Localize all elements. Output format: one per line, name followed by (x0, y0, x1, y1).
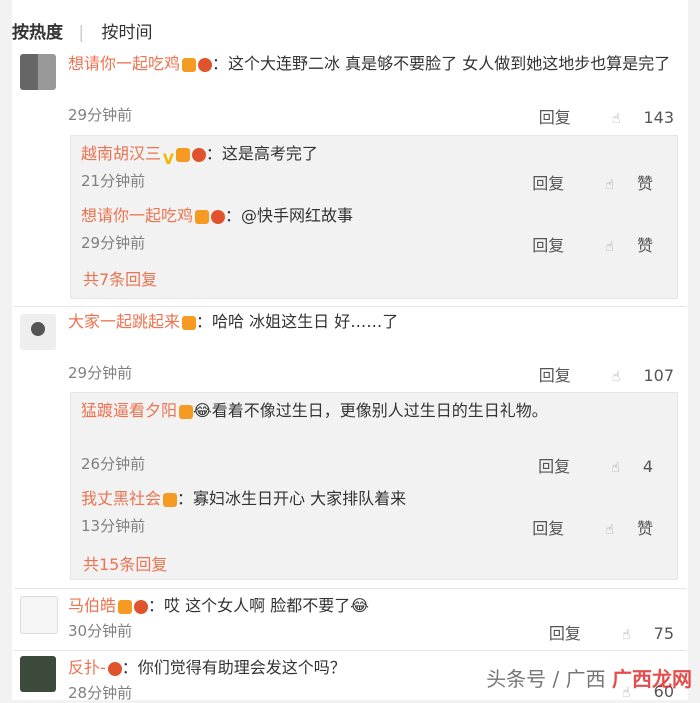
reply-time: 26分钟前 (81, 455, 146, 473)
like-count: 107 (643, 366, 674, 385)
username-link[interactable]: 反扑- (68, 658, 106, 677)
sort-separator: | (78, 23, 85, 43)
thumb-up-icon: ☝ (611, 369, 621, 385)
like-count: 赞 (636, 236, 653, 255)
comment-time: 29分钟前 (68, 106, 133, 124)
reply-time: 21分钟前 (81, 172, 146, 190)
like-button[interactable]: ☝ 75 (604, 624, 674, 643)
username-link[interactable]: 大家一起跳起来 (68, 312, 180, 331)
like-count: 143 (643, 108, 674, 127)
avatar[interactable] (20, 596, 58, 634)
sort-bar: 按热度 | 按时间 (12, 18, 163, 43)
reply-thread: 猛踱逼看夕阳 😂看着不像过生日，更像别人过生日的生日礼物。 26分钟前 回复 ☝ … (70, 392, 678, 580)
comment-time: 30分钟前 (68, 622, 133, 640)
vip-badge-icon (134, 599, 149, 614)
divider (14, 588, 686, 589)
comment-text: ：你们觉得有助理会发这个吗？ (121, 658, 346, 677)
verified-v-icon: V (163, 151, 174, 168)
like-count: 75 (653, 624, 674, 643)
reply-actions: 回复 ☝ 4 (520, 453, 653, 477)
more-replies-link[interactable]: 共7条回复 (83, 266, 157, 290)
level-badge-icon (163, 492, 178, 507)
reply-button[interactable]: 回复 (539, 108, 571, 127)
reply-body: 我丈黑社会 ：寡妇冰生日开心 大家排队着来 (81, 487, 657, 511)
reply-body: 越南胡汉三 V ：这是高考完了 (81, 142, 657, 168)
avatar[interactable] (20, 54, 56, 90)
thumb-up-icon: ☝ (622, 627, 631, 643)
thumb-up-icon: ☝ (605, 177, 614, 193)
reply-button[interactable]: 回复 (538, 457, 570, 476)
reply-time: 29分钟前 (81, 234, 146, 252)
comment-actions: 回复 ☝ 143 (521, 104, 674, 128)
reply-text: 看着不像过生日，更像别人过生日的生日礼物。 (211, 401, 548, 420)
comment-body: 想请你一起吃鸡 ：这个大连野二冰 真是够不要脸了 女人做到她这地步也算是完了 (68, 52, 674, 76)
like-button[interactable]: ☝ 4 (593, 457, 653, 476)
username-link[interactable]: 我丈黑社会 (81, 489, 161, 508)
level-badge-icon (179, 404, 194, 419)
comment-text: ：哎 这个女人啊 脸都不要了 (148, 596, 351, 615)
divider (14, 306, 686, 307)
reply-time: 13分钟前 (81, 517, 146, 535)
comment-body: 大家一起跳起来 ：哈哈 冰姐这生日 好……了 (68, 310, 674, 334)
avatar[interactable] (20, 314, 56, 350)
comment-actions: 回复 ☝ 75 (531, 620, 674, 644)
reply-actions: 回复 ☝ 赞 (514, 170, 653, 194)
reply-actions: 回复 ☝ 赞 (514, 515, 653, 539)
more-replies-link[interactable]: 共15条回复 (83, 551, 167, 575)
like-count: 赞 (636, 519, 653, 538)
vip-badge-icon (198, 57, 213, 72)
like-button[interactable]: ☝ 107 (594, 366, 674, 385)
level-badge-icon (195, 209, 210, 224)
thumb-up-icon: ☝ (605, 522, 614, 538)
comment-text: ：这个大连野二冰 真是够不要脸了 女人做到她这地步也算是完了 (212, 54, 671, 73)
username-link[interactable]: 猛踱逼看夕阳 (81, 401, 177, 420)
level-badge-icon (118, 599, 133, 614)
like-count: 4 (642, 457, 653, 476)
thumb-up-icon: ☝ (605, 239, 614, 255)
divider (14, 650, 686, 651)
emoji-icon: 😂 (193, 401, 212, 420)
username-link[interactable]: 越南胡汉三 (81, 144, 161, 163)
level-badge-icon (182, 315, 197, 330)
reply-button[interactable]: 回复 (532, 174, 564, 193)
emoji-icon: 😂 (350, 596, 369, 615)
reply-actions: 回复 ☝ 赞 (514, 232, 653, 256)
watermark-brand: 广西龙网 (612, 667, 692, 691)
reply-thread: 越南胡汉三 V ：这是高考完了 21分钟前 回复 ☝ 赞 想请你一起吃鸡 ：@快手网红… (70, 135, 678, 299)
comment-text: ：哈哈 冰姐这生日 好……了 (196, 312, 399, 331)
comment-time: 29分钟前 (68, 364, 133, 382)
like-button[interactable]: ☝ 143 (594, 108, 674, 127)
comment-actions: 回复 ☝ 107 (521, 362, 674, 386)
vip-badge-icon (107, 661, 122, 676)
reply-button[interactable]: 回复 (532, 519, 564, 538)
watermark: 头条号 / 广西 广西龙网 (486, 663, 692, 692)
username-link[interactable]: 马伯皓 (68, 596, 116, 615)
username-link[interactable]: 想请你一起吃鸡 (81, 206, 193, 225)
watermark-text: 头条号 / 广西 (486, 667, 606, 691)
sort-by-time-tab[interactable]: 按时间 (102, 23, 153, 43)
like-count: 赞 (636, 174, 653, 193)
reply-button[interactable]: 回复 (532, 236, 564, 255)
sort-by-hot-tab[interactable]: 按热度 (12, 23, 63, 43)
thumb-up-icon: ☝ (611, 460, 620, 476)
like-button[interactable]: ☝ 赞 (587, 174, 653, 193)
reply-button[interactable]: 回复 (549, 624, 581, 643)
avatar[interactable] (20, 656, 56, 692)
username-link[interactable]: 想请你一起吃鸡 (68, 54, 180, 73)
vip-badge-icon (211, 209, 226, 224)
like-button[interactable]: ☝ 赞 (587, 236, 653, 255)
comment-body: 马伯皓 ：哎 这个女人啊 脸都不要了😂 (68, 594, 674, 618)
reply-text: ：寡妇冰生日开心 大家排队着来 (177, 489, 407, 508)
like-button[interactable]: ☝ 赞 (587, 519, 653, 538)
vip-badge-icon (191, 147, 206, 162)
reply-body: 想请你一起吃鸡 ：@快手网红故事 (81, 204, 657, 228)
reply-button[interactable]: 回复 (539, 366, 571, 385)
thumb-up-icon: ☝ (611, 111, 621, 127)
level-badge-icon (182, 57, 197, 72)
level-badge-icon (175, 147, 190, 162)
reply-text: ：@快手网红故事 (225, 206, 354, 225)
reply-body: 猛踱逼看夕阳 😂看着不像过生日，更像别人过生日的生日礼物。 (81, 399, 657, 423)
reply-text: ：这是高考完了 (205, 144, 318, 163)
